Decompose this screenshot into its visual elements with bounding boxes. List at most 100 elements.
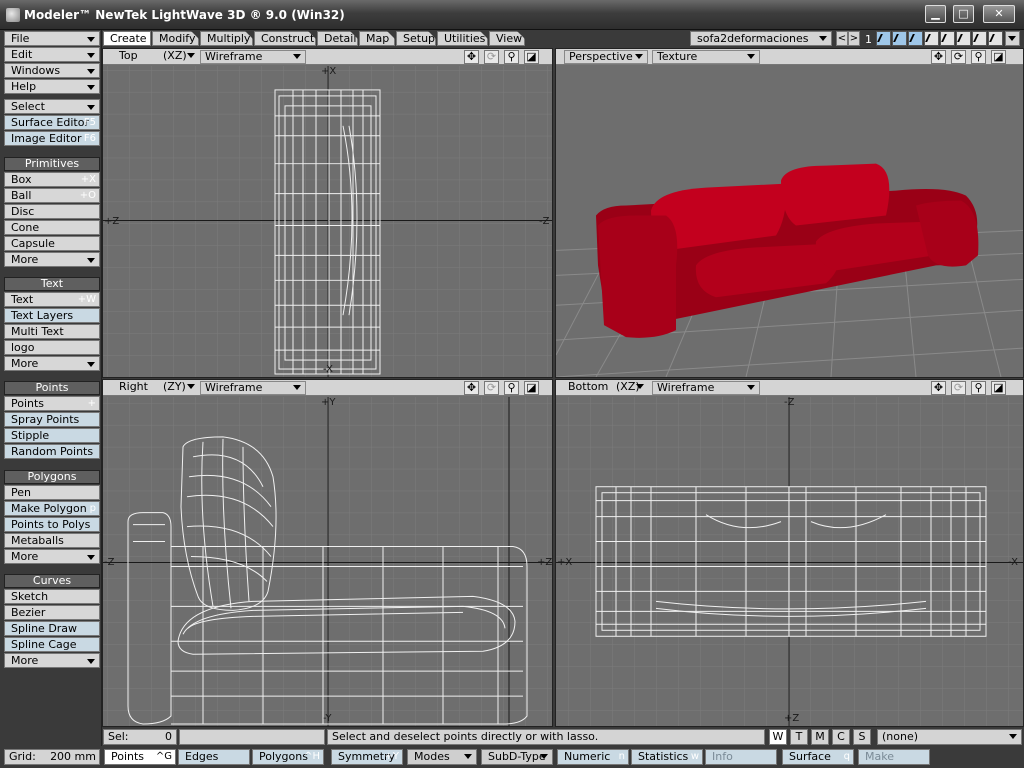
layer-dropdown[interactable] <box>1005 31 1020 46</box>
tab-construct[interactable]: Construct <box>254 31 316 46</box>
tab-multiply[interactable]: Multiply <box>200 31 253 46</box>
polygons-more-menu[interactable]: More <box>4 549 100 564</box>
layer-toggle[interactable] <box>956 31 971 46</box>
layer-toggle[interactable] <box>892 31 907 46</box>
view-type-select[interactable]: Perspective <box>564 50 648 64</box>
layer-toggle[interactable] <box>924 31 939 46</box>
statistics-button[interactable]: Statistics w <box>631 749 703 765</box>
rotate-view-icon[interactable]: ⟳ <box>484 50 499 64</box>
tab-setup[interactable]: Setup <box>396 31 436 46</box>
maximize-view-icon[interactable]: ◪ <box>524 50 539 64</box>
viewport-canvas[interactable]: +Y -Y -Z +Z <box>103 397 552 726</box>
minimize-button[interactable]: ▁ <box>925 5 946 23</box>
make-button[interactable]: Make <box>858 749 930 765</box>
numeric-button[interactable]: Numeric n <box>557 749 629 765</box>
edit-menu[interactable]: Edit <box>4 47 100 62</box>
close-button[interactable]: ✕ <box>983 5 1015 23</box>
subd-type-dropdown[interactable]: SubD-Type <box>481 749 553 765</box>
viewport-canvas[interactable]: -Z +Z +X -X <box>556 397 1023 726</box>
tab-modify[interactable]: Modify <box>152 31 199 46</box>
edges-mode-button[interactable]: Edges <box>178 749 250 765</box>
next-object-button[interactable]: > <box>848 31 860 46</box>
points-mode-button[interactable]: Points ^G <box>104 749 176 765</box>
render-mode-select[interactable]: Texture <box>652 50 760 64</box>
layer-toggle[interactable] <box>908 31 923 46</box>
maximize-view-icon[interactable]: ◪ <box>991 50 1006 64</box>
render-mode-select[interactable]: Wireframe <box>200 50 306 64</box>
zoom-view-icon[interactable]: ⚲ <box>971 50 986 64</box>
move-view-icon[interactable]: ✥ <box>464 50 479 64</box>
viewport-canvas[interactable]: +X -X +Z -Z <box>103 66 552 377</box>
layer-toggle[interactable] <box>972 31 987 46</box>
spline-draw-tool[interactable]: Spline Draw <box>4 621 100 636</box>
cone-tool[interactable]: Cone <box>4 220 100 235</box>
viewport-bottom[interactable]: Bottom (XZ) Wireframe ✥ ⟳ ⚲ ◪ -Z +Z +X -… <box>555 379 1024 727</box>
zoom-view-icon[interactable]: ⚲ <box>971 381 986 395</box>
tab-create[interactable]: Create <box>103 31 151 46</box>
layer-toggle[interactable] <box>940 31 955 46</box>
box-tool[interactable]: Box +X <box>4 172 100 187</box>
view-type-select[interactable]: Top (XZ) <box>115 50 199 64</box>
multi-text-tool[interactable]: Multi Text <box>4 324 100 339</box>
points-tool[interactable]: Points + <box>4 396 100 411</box>
stipple-tool[interactable]: Stipple <box>4 428 100 443</box>
logo-tool[interactable]: logo <box>4 340 100 355</box>
polygons-mode-button[interactable]: Polygons ^H <box>252 749 324 765</box>
file-menu[interactable]: File <box>4 31 100 46</box>
move-view-icon[interactable]: ✥ <box>931 50 946 64</box>
viewport-top[interactable]: Top (XZ) Wireframe ✥ ⟳ ⚲ ◪ +X -X +Z -Z <box>102 48 553 378</box>
make-polygon-tool[interactable]: Make Polygon p <box>4 501 100 516</box>
layer-toggle[interactable] <box>988 31 1003 46</box>
viewport-right[interactable]: Right (ZY) Wireframe ✥ ⟳ ⚲ ◪ +Y -Y -Z +Z <box>102 379 553 727</box>
viewport-canvas[interactable] <box>556 66 1023 377</box>
tab-view[interactable]: View <box>489 31 525 46</box>
info-button[interactable]: Info <box>705 749 777 765</box>
vertex-map-select[interactable]: (none) <box>877 729 1022 745</box>
move-view-icon[interactable]: ✥ <box>464 381 479 395</box>
rotate-view-icon[interactable]: ⟳ <box>951 50 966 64</box>
maximize-button[interactable]: □ <box>953 5 974 23</box>
scene-select[interactable]: sofa2deformaciones <box>690 31 832 46</box>
maximize-view-icon[interactable]: ◪ <box>524 381 539 395</box>
modes-dropdown[interactable]: Modes <box>407 749 477 765</box>
prev-object-button[interactable]: < <box>836 31 848 46</box>
spray-points-tool[interactable]: Spray Points <box>4 412 100 427</box>
maximize-view-icon[interactable]: ◪ <box>991 381 1006 395</box>
rotate-view-icon[interactable]: ⟳ <box>951 381 966 395</box>
windows-menu[interactable]: Windows <box>4 63 100 78</box>
points-to-polys-tool[interactable]: Points to Polys <box>4 517 100 532</box>
tab-map[interactable]: Map <box>359 31 395 46</box>
metaballs-tool[interactable]: Metaballs <box>4 533 100 548</box>
view-type-select[interactable]: Bottom (XZ) <box>564 381 648 395</box>
disc-tool[interactable]: Disc <box>4 204 100 219</box>
surface-button[interactable]: Surface q <box>782 749 854 765</box>
view-type-select[interactable]: Right (ZY) <box>115 381 199 395</box>
color-map-button[interactable]: C <box>832 729 850 745</box>
sketch-tool[interactable]: Sketch <box>4 589 100 604</box>
tab-detail[interactable]: Detail <box>317 31 358 46</box>
image-editor-button[interactable]: Image Editor F6 <box>4 131 100 146</box>
surface-editor-button[interactable]: Surface Editor F5 <box>4 115 100 130</box>
move-view-icon[interactable]: ✥ <box>931 381 946 395</box>
selection-set-button[interactable]: S <box>853 729 871 745</box>
bezier-tool[interactable]: Bezier <box>4 605 100 620</box>
help-menu[interactable]: Help <box>4 79 100 94</box>
select-menu[interactable]: Select <box>4 99 100 114</box>
symmetry-button[interactable]: Symmetry +Y <box>331 749 403 765</box>
render-mode-select[interactable]: Wireframe <box>652 381 760 395</box>
text-more-menu[interactable]: More <box>4 356 100 371</box>
texture-map-button[interactable]: T <box>790 729 808 745</box>
rotate-view-icon[interactable]: ⟳ <box>484 381 499 395</box>
capsule-tool[interactable]: Capsule <box>4 236 100 251</box>
pen-tool[interactable]: Pen <box>4 485 100 500</box>
text-layers-tool[interactable]: Text Layers <box>4 308 100 323</box>
random-points-tool[interactable]: Random Points <box>4 444 100 459</box>
ball-tool[interactable]: Ball +O <box>4 188 100 203</box>
spline-cage-tool[interactable]: Spline Cage <box>4 637 100 652</box>
curves-more-menu[interactable]: More <box>4 653 100 668</box>
zoom-view-icon[interactable]: ⚲ <box>504 50 519 64</box>
weight-map-button[interactable]: W <box>769 729 787 745</box>
viewport-perspective[interactable]: Perspective Texture ✥ ⟳ ⚲ ◪ <box>555 48 1024 378</box>
render-mode-select[interactable]: Wireframe <box>200 381 306 395</box>
text-tool[interactable]: Text +W <box>4 292 100 307</box>
